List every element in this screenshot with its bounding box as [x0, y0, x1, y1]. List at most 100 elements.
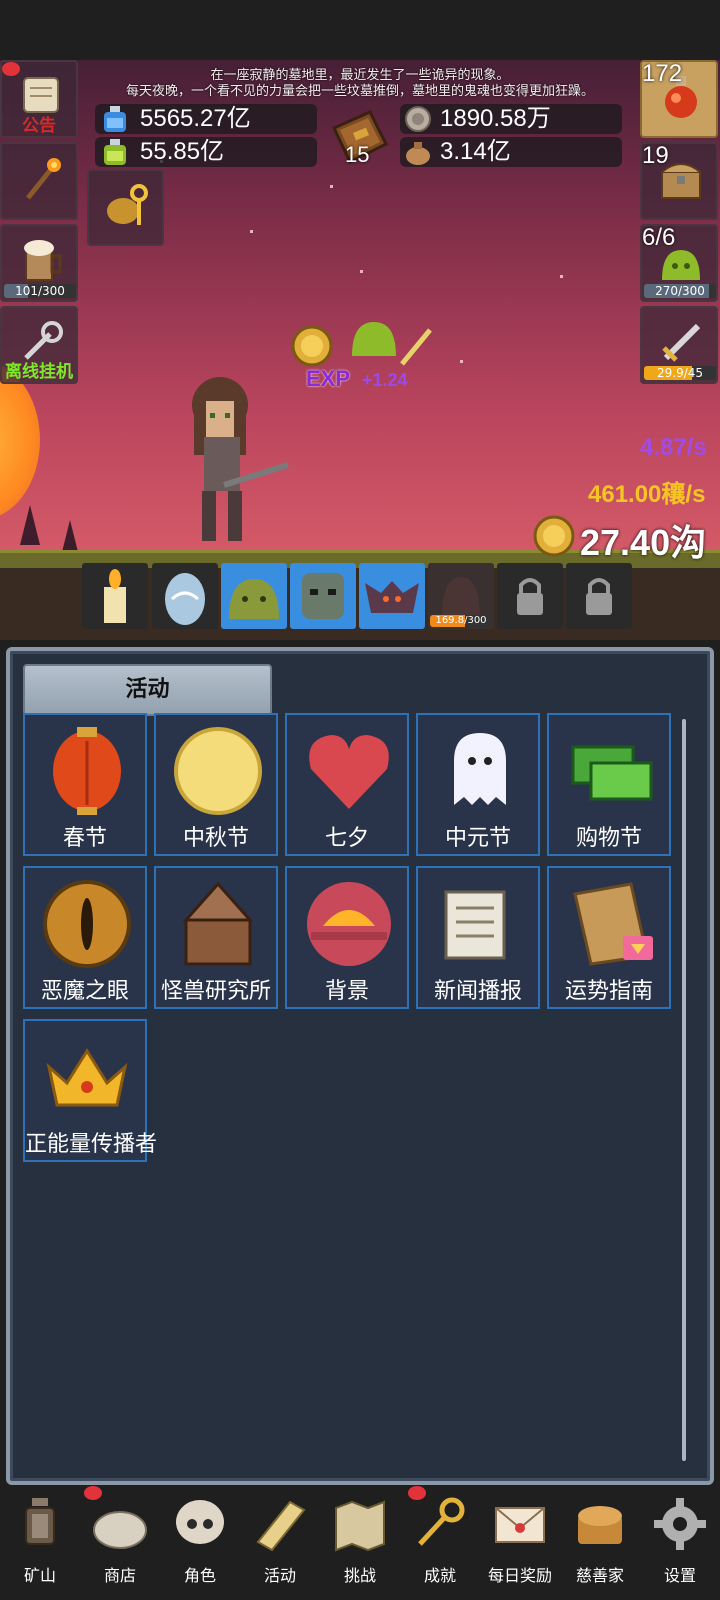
slime-slot[interactable]	[221, 563, 287, 629]
locked-slot-1[interactable]	[497, 563, 563, 629]
story-text: 在一座寂静的墓地里，最近发生了一些诡异的现象。 每天夜晚，一个看不见的力量会把一…	[80, 68, 640, 100]
key-icon	[418, 1497, 465, 1546]
activity-tile[interactable]: 怪兽研究所	[154, 866, 278, 1009]
activity-tile[interactable]: 运势指南	[547, 866, 671, 1009]
blue-potion-icon	[104, 106, 126, 132]
purple-rate: 4.87/s	[640, 434, 707, 461]
hero-character	[192, 377, 289, 541]
candle-icon	[104, 569, 126, 623]
nav-item-label: 角色	[183, 1566, 216, 1585]
torch-icon	[26, 158, 61, 200]
slime-count: 6/6	[642, 224, 676, 251]
activity-tile-label: 正能量传播者	[25, 1132, 158, 1157]
announcement-label: 公告	[22, 116, 56, 136]
gold-total-coin-icon	[533, 515, 575, 557]
map-icon	[335, 1500, 385, 1552]
shade-progress-bar: 169.8/300	[430, 615, 492, 627]
nav-item[interactable]: 角色	[160, 1486, 240, 1600]
bottom-navigation: 矿山 商店 角色 活动 挑战 成就 每日奖励 慈善家 设置	[0, 1486, 720, 1600]
potion-count: 172	[642, 60, 683, 87]
sword-progress-bar: 29.9/45	[644, 366, 716, 380]
nav-item[interactable]: 每日奖励	[480, 1486, 560, 1600]
bag-panel	[400, 137, 622, 167]
nav-item[interactable]: 成就	[400, 1486, 480, 1600]
nav-item-label: 设置	[663, 1566, 696, 1585]
nav-notification-dot	[408, 1486, 426, 1500]
nav-item[interactable]: 慈善家	[560, 1486, 640, 1600]
lantern-icon	[25, 1498, 55, 1545]
golden-key-button[interactable]	[87, 169, 164, 246]
activity-tile-label: 背景	[324, 979, 369, 1004]
game-scene: 在一座寂静的墓地里，最近发生了一些诡异的现象。 每天夜晚，一个看不见的力量会把一…	[0, 60, 720, 640]
chest-count: 19	[642, 142, 669, 169]
gold-coin-icon	[291, 325, 333, 367]
torch-button[interactable]	[0, 142, 78, 220]
activity-tile[interactable]: 春节	[23, 713, 147, 856]
locked-slot-2[interactable]	[566, 563, 632, 629]
candle-slot[interactable]	[82, 563, 148, 629]
activity-tile-label: 新闻播报	[433, 979, 522, 1004]
money-icon	[571, 745, 653, 801]
mug-progress-text: 101/300	[15, 284, 65, 298]
sword-drop-icon	[400, 328, 432, 366]
activity-panel-title: 活动	[23, 664, 272, 716]
activity-tile[interactable]: 七夕	[285, 713, 409, 856]
shade-progress-text: 169.8/300	[435, 615, 487, 626]
nav-item[interactable]: 挑战	[320, 1486, 400, 1600]
nav-item[interactable]: 设置	[640, 1486, 720, 1600]
envelope-icon	[495, 1507, 545, 1543]
zombie-slot[interactable]	[290, 563, 356, 629]
story-line-1: 在一座寂静的墓地里，最近发生了一些诡异的现象。	[210, 68, 510, 83]
egg-icon	[165, 573, 205, 625]
nav-item-label: 商店	[103, 1566, 136, 1585]
activity-tile[interactable]: 正能量传播者	[23, 1019, 158, 1162]
activity-tile[interactable]: 背景	[285, 866, 409, 1009]
nav-item-label: 挑战	[343, 1566, 376, 1585]
star	[330, 185, 333, 188]
sword-icon	[662, 323, 701, 362]
bread-icon	[578, 1506, 622, 1544]
heart-icon	[309, 735, 389, 809]
activity-tile[interactable]: 中秋节	[154, 713, 278, 856]
moon-icon	[174, 727, 262, 815]
star	[560, 275, 563, 278]
sword-button[interactable]: 29.9/45	[640, 306, 718, 384]
scroll-icon	[256, 1500, 306, 1552]
mug-progress-bar: 101/300	[4, 284, 76, 298]
story-line-2: 每天夜晚，一个看不见的力量会把一些坟墓推倒，墓地里的鬼魂也变得更加狂躁。	[125, 84, 594, 99]
blue-potion-value: 5565.27亿	[140, 105, 251, 132]
panel-scrollbar[interactable]	[682, 719, 686, 1461]
activity-tile[interactable]: 新闻播报	[416, 866, 540, 1009]
egg-slot[interactable]	[152, 563, 218, 629]
nav-item[interactable]: 矿山	[0, 1486, 80, 1600]
activity-tile-label: 运势指南	[564, 979, 653, 1004]
crown-icon	[46, 1048, 128, 1107]
shade-slot[interactable]: 169.8/300	[428, 563, 494, 629]
bat-slot[interactable]	[359, 563, 425, 629]
tree	[20, 505, 40, 545]
star	[250, 230, 253, 233]
activity-tile-label: 中元节	[444, 826, 511, 851]
nav-item[interactable]: 活动	[240, 1486, 320, 1600]
lock-icon	[517, 578, 543, 615]
offline-idle-button[interactable]: 离线挂机	[0, 306, 78, 384]
activity-tile-label: 怪兽研究所	[160, 979, 271, 1004]
gold-total: 27.40沟	[580, 522, 707, 563]
sword-progress-text: 29.9/45	[656, 366, 704, 380]
activity-tile-label: 恶魔之眼	[40, 979, 129, 1004]
fortune-map-icon	[573, 882, 653, 966]
gear-icon	[654, 1498, 706, 1550]
mug-button[interactable]: 101/300	[0, 224, 78, 302]
activity-tile-label: 购物节	[575, 826, 642, 851]
activity-tile[interactable]: 中元节	[416, 713, 540, 856]
bat-icon	[365, 581, 419, 613]
nav-item[interactable]: 商店	[80, 1486, 160, 1600]
nav-item-label: 慈善家	[575, 1566, 624, 1585]
activity-tile[interactable]: 购物节	[547, 713, 671, 856]
activity-tile[interactable]: 恶魔之眼	[23, 866, 147, 1009]
slime-progress-bar: 270/300	[644, 284, 716, 298]
nav-item-label: 成就	[423, 1566, 456, 1585]
setting-sun	[0, 360, 40, 520]
nav-item-label: 活动	[263, 1566, 296, 1585]
offline-idle-label: 离线挂机	[5, 362, 73, 382]
